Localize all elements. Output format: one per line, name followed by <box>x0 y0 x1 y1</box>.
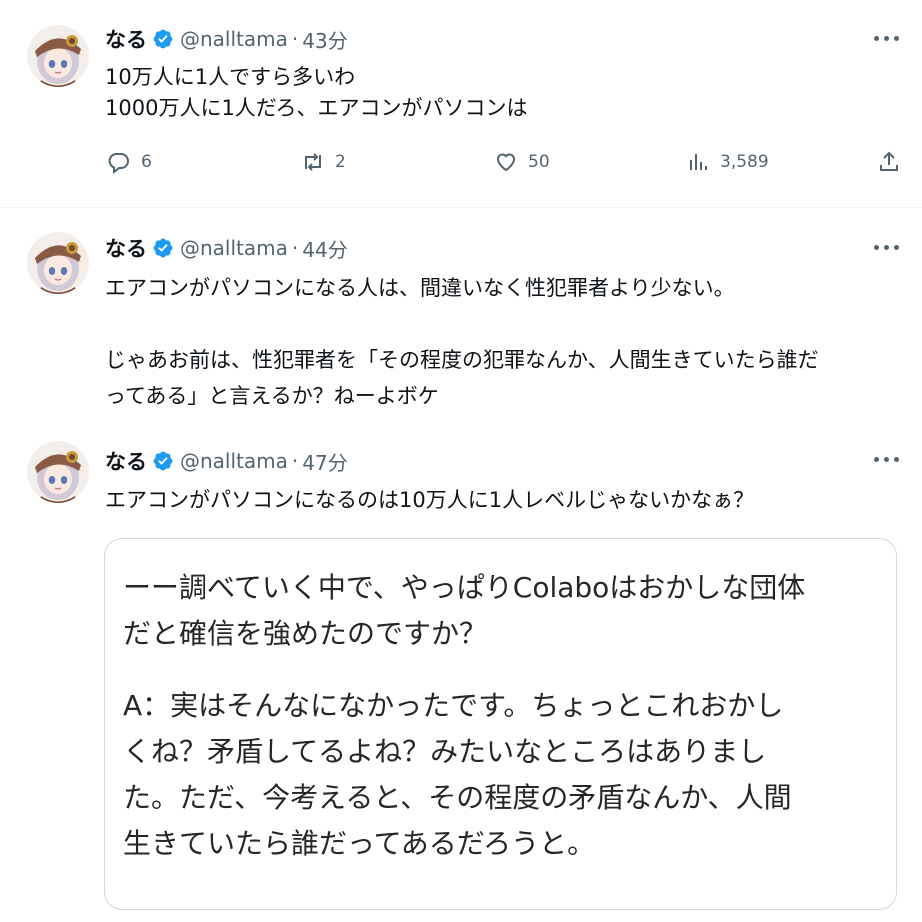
display-name[interactable]: なる <box>105 233 147 263</box>
quote-line: A：実はそんなになかったです。ちょっとこれおかし <box>123 689 784 722</box>
separator: · <box>291 236 299 260</box>
quote-paragraph-answer: A：実はそんなになかったです。ちょっとこれおかし くね？矛盾してるよね？みたいな… <box>123 683 883 867</box>
like-icon <box>496 153 516 172</box>
reply-button[interactable]: 6 <box>107 150 152 174</box>
reply-count: 6 <box>141 152 152 172</box>
display-name[interactable]: なる <box>105 24 147 54</box>
share-button[interactable] <box>877 150 911 174</box>
retweet-count: 2 <box>335 152 346 172</box>
tweet-line: 1000万人に1人だろ、エアコンがパソコンは <box>105 96 528 120</box>
quoted-image-card[interactable]: ーー調べていく中で、やっぱりColaboはおかしな団体 だと確信を強めたのですか… <box>104 538 897 910</box>
quote-line: くね？矛盾してるよね？みたいなところはありまし <box>123 735 767 768</box>
share-icon <box>880 151 898 171</box>
handle[interactable]: @nalltama <box>180 27 288 51</box>
retweet-button[interactable]: 2 <box>301 150 346 174</box>
handle[interactable]: @nalltama <box>180 449 288 473</box>
retweet-icon <box>305 153 321 171</box>
like-button[interactable]: 50 <box>494 150 550 174</box>
tweet-line: ってある」と言えるか？ねーよボケ <box>105 384 439 408</box>
quote-paragraph-question: ーー調べていく中で、やっぱりColaboはおかしな団体 だと確信を強めたのですか… <box>123 565 883 657</box>
avatar[interactable] <box>27 441 89 503</box>
quote-line: ーー調べていく中で、やっぱりColaboはおかしな団体 <box>123 571 806 604</box>
tweet-header: なる @nalltama · 47分 <box>105 446 348 476</box>
tweet-header: なる @nalltama · 43分 <box>105 24 348 54</box>
tweet-text: エアコンがパソコンになる人は、間違いなく性犯罪者より少ない。 じゃあお前は、性犯… <box>105 270 819 414</box>
tweet-text: 10万人に1人ですら多いわ 1000万人に1人だろ、エアコンがパソコンは <box>105 62 528 124</box>
like-count: 50 <box>528 152 550 172</box>
timestamp[interactable]: 47分 <box>302 447 347 476</box>
display-name[interactable]: なる <box>105 446 147 476</box>
action-bar: 6 2 50 3,589 <box>105 150 905 182</box>
handle[interactable]: @nalltama <box>180 236 288 260</box>
tweet-2[interactable]: なる @nalltama · 44分 エアコンがパソコンになる人は、間違いなく性… <box>0 208 922 424</box>
avatar-image <box>27 25 89 87</box>
avatar[interactable] <box>27 232 89 294</box>
timestamp[interactable]: 44分 <box>302 234 347 263</box>
avatar-image <box>27 232 89 294</box>
tweet-line: エアコンがパソコンになる人は、間違いなく性犯罪者より少ない。 <box>105 276 735 300</box>
timestamp[interactable]: 43分 <box>302 25 347 54</box>
tweet-line: エアコンがパソコンになるのは10万人に1人レベルじゃないかなぁ？ <box>105 488 755 512</box>
quote-line: 生きていたら誰だってあるだろうと。 <box>123 827 596 860</box>
tweet-text: エアコンがパソコンになるのは10万人に1人レベルじゃないかなぁ？ <box>105 485 754 516</box>
separator: · <box>291 27 299 51</box>
avatar[interactable] <box>27 25 89 87</box>
tweet-line: 10万人に1人ですら多いわ <box>105 65 356 89</box>
more-options-icon[interactable] <box>874 457 900 465</box>
separator: · <box>291 449 299 473</box>
avatar-image <box>27 441 89 503</box>
views-button[interactable]: 3,589 <box>686 150 769 174</box>
more-options-icon[interactable] <box>874 245 900 253</box>
verified-badge-icon <box>153 238 173 258</box>
views-count: 3,589 <box>720 152 769 172</box>
tweet-line <box>105 306 819 342</box>
tweet-header: なる @nalltama · 44分 <box>105 233 348 263</box>
quote-line: た。ただ、今考えると、その程度の矛盾なんか、人間 <box>123 781 792 814</box>
quote-line: だと確信を強めたのですか？ <box>123 617 488 650</box>
reply-icon <box>108 153 129 174</box>
more-options-icon[interactable] <box>874 36 900 44</box>
tweet-1[interactable]: なる @nalltama · 43分 10万人に1人ですら多いわ 1000万人に… <box>0 0 922 207</box>
tweet-line: じゃあお前は、性犯罪者を「その程度の犯罪なんか、人間生きていたら誰だ <box>105 348 819 372</box>
verified-badge-icon <box>153 451 173 471</box>
verified-badge-icon <box>153 29 173 49</box>
views-icon <box>690 154 707 170</box>
